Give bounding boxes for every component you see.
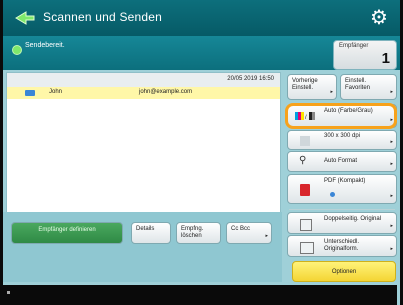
details-label: Details [136, 226, 155, 232]
remove-recipient-button[interactable]: Empfng. löschen [176, 222, 221, 244]
device-screen: Scannen und Senden ⚙ Sendebereit. Empfän… [3, 0, 400, 305]
scan-size-label: Auto Format [324, 158, 358, 164]
define-recipient-button[interactable]: Empfänger definieren [11, 222, 123, 244]
file-format-button[interactable]: PDF (Kompakt) ▸ [287, 174, 397, 204]
mixed-size-icon [300, 242, 314, 254]
remove-recipient-label: Empfng. löschen [181, 226, 204, 239]
email-icon [25, 90, 35, 96]
magnifier-icon: ⚲ [299, 155, 307, 166]
divider [289, 209, 395, 210]
recipient-list: 20/05 2019 16:50 John john@example.com [6, 72, 281, 214]
scan-size-button[interactable]: ⚲ Auto Format ▸ [287, 151, 397, 172]
chevron-right-icon: ▸ [390, 161, 393, 167]
cc-bcc-button[interactable]: Cc Bcc ▸ [226, 222, 272, 244]
recipient-count-button[interactable]: Empfänger 1 [333, 40, 397, 70]
options-label: Optionen [331, 269, 357, 275]
mixed-size-button[interactable]: Unterschiedl. Originalform. ▸ [287, 235, 397, 257]
cc-bcc-label: Cc Bcc [231, 226, 251, 232]
indicator-icon [7, 291, 10, 294]
chevron-right-icon: ▸ [330, 89, 333, 95]
favorites-button[interactable]: Einstell. Favoriten ▸ [340, 74, 397, 100]
chevron-right-icon: ▸ [390, 223, 393, 229]
status-text: Sendebereit. [25, 42, 65, 49]
gear-icon[interactable]: ⚙ [368, 7, 390, 29]
footer-bar [0, 285, 397, 305]
file-format-label: PDF (Kompakt) [324, 178, 366, 184]
duplex-label: Doppelseitig. Original [324, 216, 382, 222]
resolution-icon [300, 136, 310, 146]
action-bar: Empfänger definieren Details Empfng. lös… [3, 212, 282, 282]
duplex-icon [300, 219, 312, 231]
define-recipient-label: Empfänger definieren [38, 227, 96, 233]
previous-settings-label: Vorherige Einstell. [292, 78, 318, 91]
chevron-right-icon: ▸ [390, 89, 393, 95]
resolution-label: 300 x 300 dpi [324, 133, 361, 139]
mixed-size-label: Unterschiedl. Originalform. [324, 239, 360, 252]
plus-icon [330, 192, 335, 197]
pdf-icon [300, 184, 310, 196]
chevron-right-icon: ▸ [390, 246, 393, 252]
details-button[interactable]: Details [131, 222, 171, 244]
favorites-label: Einstell. Favoriten [345, 78, 371, 91]
resolution-button[interactable]: 300 x 300 dpi ▸ [287, 130, 397, 150]
status-indicator-icon [12, 45, 22, 55]
recipient-email: john@example.com [139, 89, 193, 95]
recipient-count-value: 1 [381, 50, 390, 67]
list-header: 20/05 2019 16:50 [7, 73, 280, 87]
duplex-original-button[interactable]: Doppelseitig. Original ▸ [287, 212, 397, 234]
chevron-right-icon: ▸ [265, 233, 268, 239]
chevron-right-icon: ▸ [390, 193, 393, 199]
scan-send-app-icon [15, 11, 35, 25]
recipient-name: John [49, 89, 63, 95]
table-row[interactable]: John john@example.com [7, 87, 280, 99]
options-button[interactable]: Optionen [292, 261, 396, 282]
previous-settings-button[interactable]: Vorherige Einstell. ▸ [287, 74, 337, 100]
title-bar: Scannen und Senden ⚙ [3, 0, 400, 36]
recipient-count-label: Empfänger [339, 43, 369, 49]
app-title: Scannen und Senden [43, 10, 163, 24]
chevron-right-icon: ▸ [390, 139, 393, 145]
color-mode-highlight [285, 103, 397, 129]
timestamp: 20/05 2019 16:50 [227, 76, 274, 82]
